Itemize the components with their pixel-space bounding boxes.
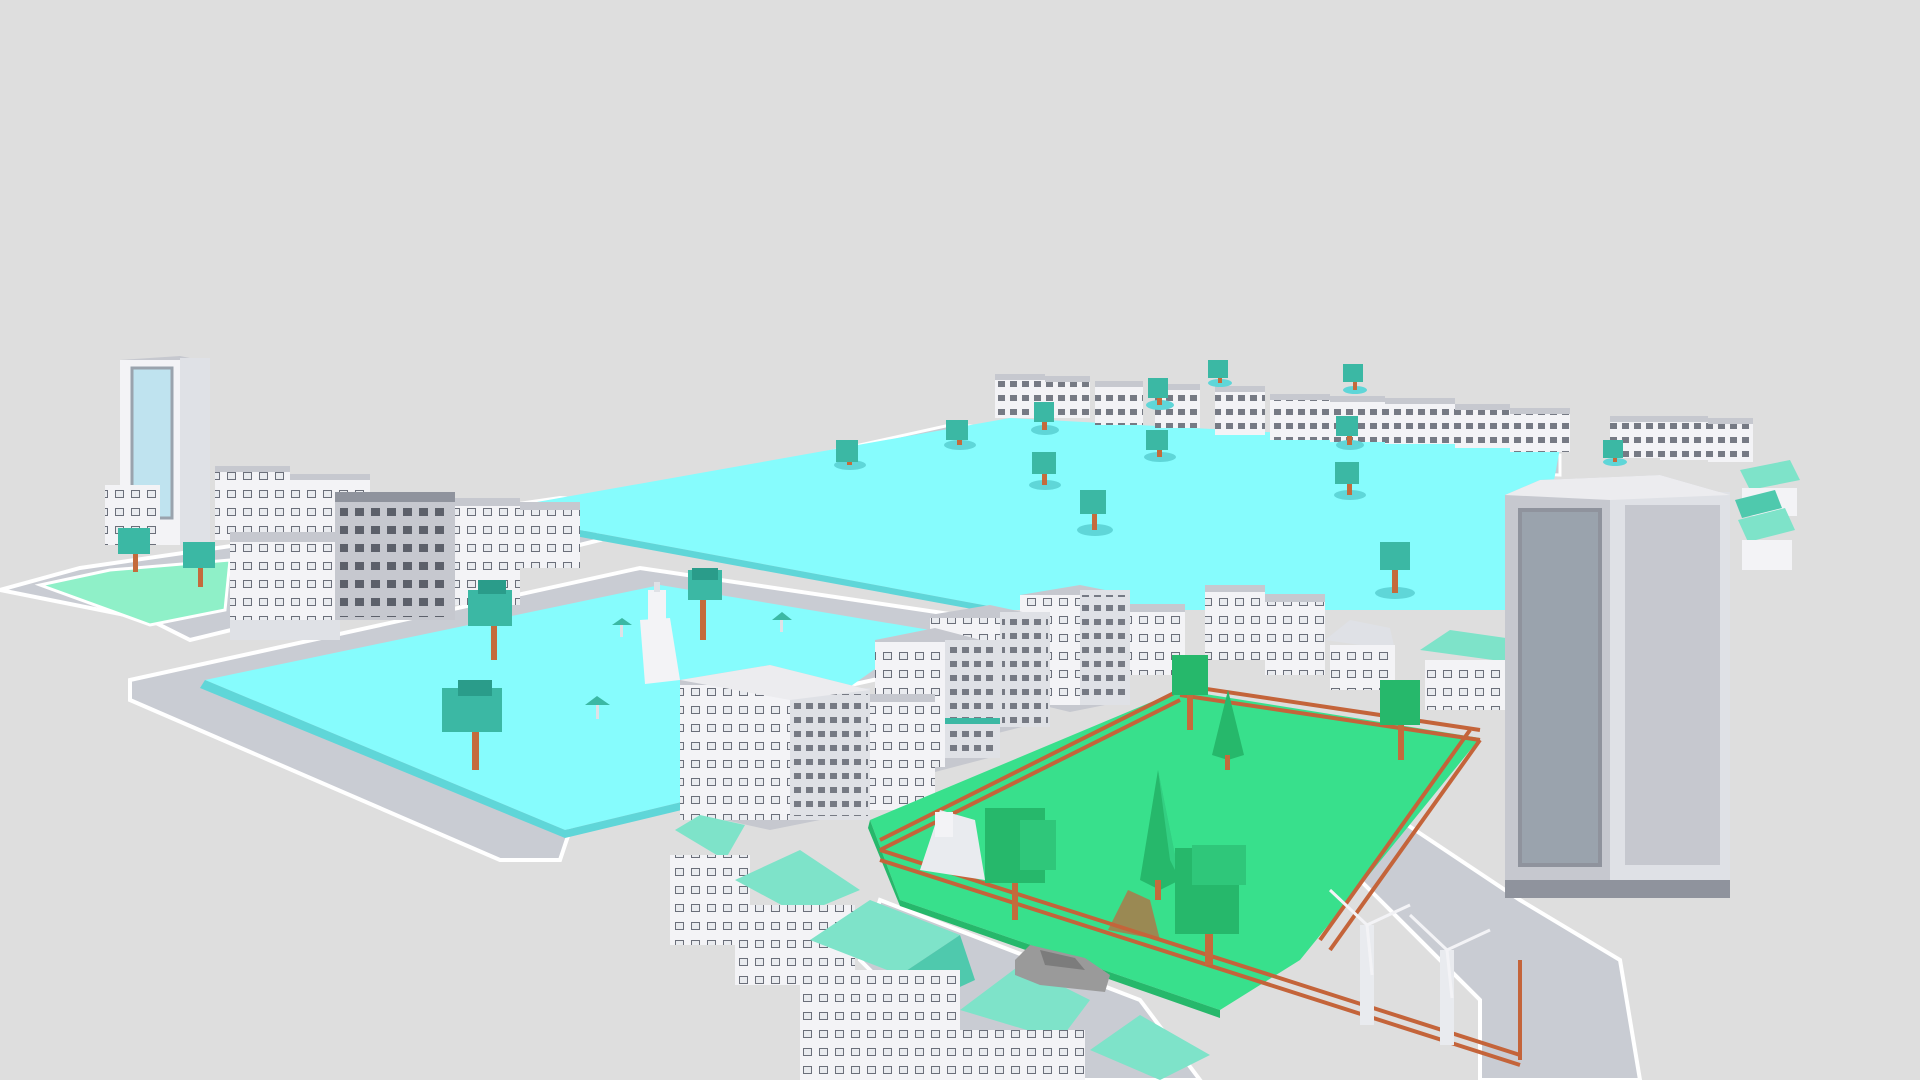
far-building	[1455, 404, 1510, 448]
building	[335, 492, 455, 620]
building	[520, 502, 580, 568]
far-building	[1708, 418, 1753, 462]
far-building	[1660, 416, 1708, 460]
building	[230, 532, 340, 640]
building	[680, 665, 870, 830]
far-building	[1095, 381, 1143, 425]
far-building	[1385, 398, 1455, 444]
city-scene	[0, 356, 1800, 1080]
far-building	[1270, 394, 1330, 440]
house	[1325, 620, 1395, 690]
right-row-houses	[1735, 460, 1800, 570]
building	[865, 694, 935, 810]
building	[215, 466, 290, 540]
far-building	[1215, 386, 1265, 435]
tree	[1208, 360, 1232, 387]
house	[735, 850, 860, 985]
house	[1265, 594, 1325, 675]
right-tower	[1505, 475, 1730, 898]
house	[1205, 585, 1265, 660]
tree	[1343, 364, 1367, 394]
far-building	[1510, 408, 1570, 452]
